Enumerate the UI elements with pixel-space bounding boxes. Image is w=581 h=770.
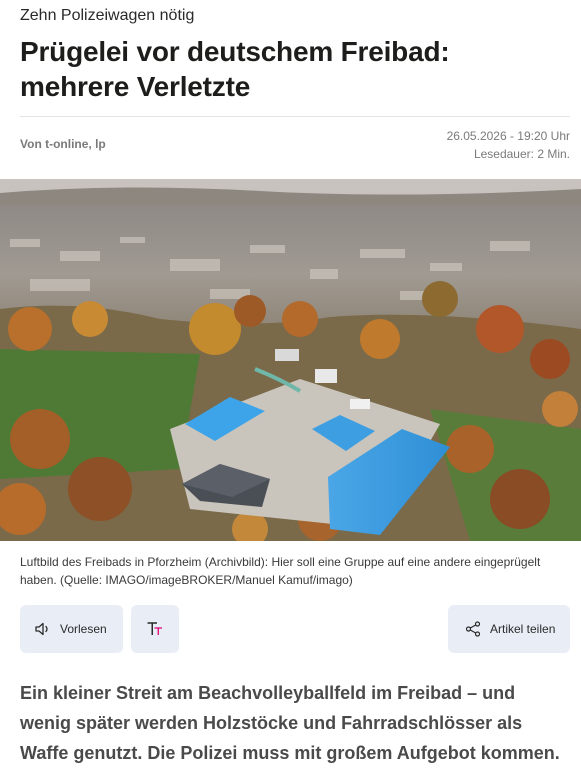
- share-article-button[interactable]: Artikel teilen: [448, 605, 570, 653]
- text-size-icon: [146, 620, 164, 638]
- share-icon: [464, 620, 482, 638]
- header-divider: [20, 116, 570, 117]
- read-aloud-button[interactable]: Vorlesen: [20, 605, 123, 653]
- author-byline[interactable]: Von t-online, lp: [20, 137, 106, 151]
- article-photo[interactable]: [0, 179, 581, 541]
- read-aloud-label: Vorlesen: [60, 622, 107, 636]
- article-headline: Prügelei vor deutschem Freibad: mehrere …: [20, 36, 450, 102]
- share-label: Artikel teilen: [490, 622, 556, 636]
- article-meta: 26.05.2026 - 19:20 Uhr Lesedauer: 2 Min.: [447, 127, 570, 163]
- article-kicker: Zehn Polizeiwagen nötig: [20, 7, 195, 24]
- photo-caption: Luftbild des Freibads in Pforzheim (Arch…: [20, 555, 541, 587]
- publish-date: 26.05.2026 - 19:20 Uhr: [446, 129, 570, 143]
- text-size-button[interactable]: [131, 605, 179, 653]
- reading-time: Lesedauer: 2 Min.: [473, 147, 570, 161]
- speaker-icon: [34, 620, 52, 638]
- article-lead: Ein kleiner Streit am Beachvolleyballfel…: [20, 683, 560, 763]
